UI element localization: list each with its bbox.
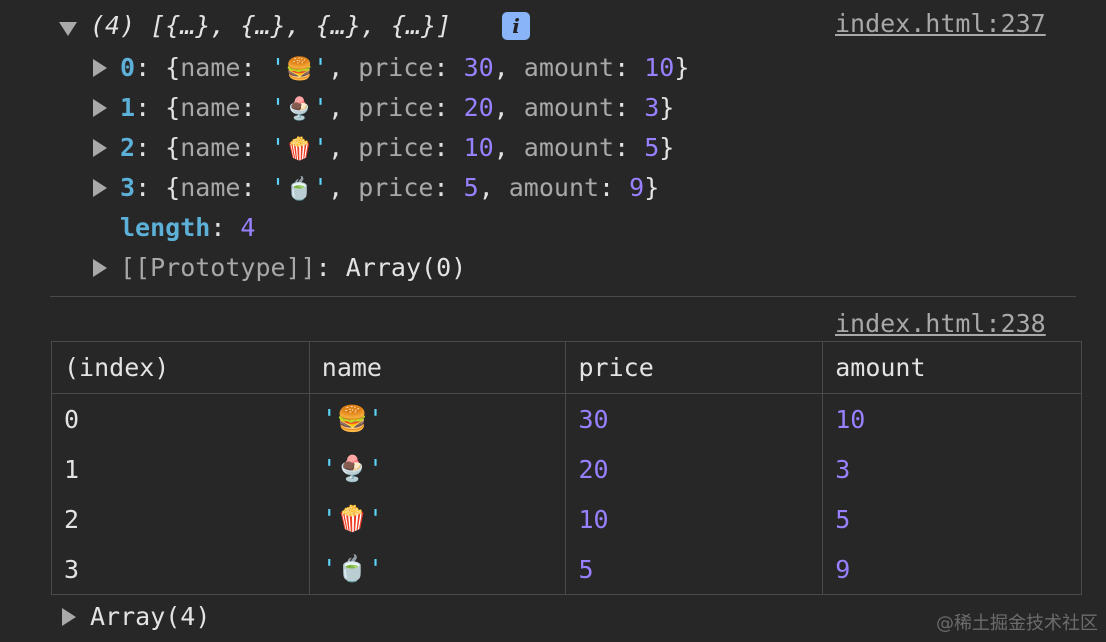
key-label: name (180, 133, 241, 162)
key-label: name (180, 93, 241, 122)
table-row: 0 '🍔' 30 10 (51, 393, 1082, 444)
amount-cell: 3 (822, 444, 1082, 494)
key-label: amount (508, 173, 600, 202)
amount-cell: 9 (822, 544, 1082, 595)
table-row: 3 '🍵' 5 9 (51, 544, 1082, 595)
key-label: price (358, 173, 434, 202)
collapsed-triangle-icon[interactable] (93, 259, 107, 277)
price-cell: 10 (565, 494, 824, 544)
popcorn-icon: 🍿 (285, 137, 314, 162)
item-amount: 9 (629, 173, 645, 202)
log-divider (50, 296, 1076, 297)
item-amount: 5 (644, 133, 660, 162)
item-index: 3 (120, 173, 136, 202)
item-amount: 10 (644, 53, 675, 82)
array-footer: Array(4) (90, 602, 211, 631)
array-count: (4) (90, 11, 136, 40)
collapsed-triangle-icon[interactable] (93, 59, 107, 77)
index-cell: 0 (51, 393, 310, 444)
amount-cell: 10 (822, 393, 1082, 444)
table-row: 1 '🍨' 20 3 (51, 444, 1082, 494)
price-cell: 30 (565, 393, 824, 444)
key-label: price (358, 133, 434, 162)
array-summary[interactable]: (4) [{…}, {…}, {…}, {…}] (90, 6, 451, 46)
collapsed-triangle-icon[interactable] (62, 608, 76, 626)
ice-cream-icon: 🍨 (285, 97, 314, 122)
item-index: 2 (120, 133, 136, 162)
column-header[interactable]: price (565, 341, 824, 394)
ice-cream-icon: '🍨' (308, 444, 567, 494)
item-price: 10 (463, 133, 494, 162)
price-cell: 5 (565, 544, 824, 595)
length-value: 4 (240, 213, 256, 242)
item-price: 20 (463, 93, 494, 122)
prototype-value: Array(0) (345, 253, 467, 282)
key-label: amount (523, 93, 615, 122)
index-cell: 3 (51, 544, 310, 595)
length-key: length (120, 213, 211, 242)
array-preview: [{…}, {…}, {…}, {…}] (150, 11, 452, 40)
item-index: 0 (120, 53, 136, 82)
table-row: 2 '🍿' 10 5 (51, 494, 1082, 544)
length-property: length: 4 (120, 213, 256, 242)
key-label: name (180, 53, 241, 82)
item-price: 30 (463, 53, 494, 82)
item-index: 1 (120, 93, 136, 122)
key-label: name (180, 173, 241, 202)
key-label: amount (523, 53, 615, 82)
index-cell: 2 (51, 494, 310, 544)
column-header[interactable]: name (308, 341, 567, 394)
prototype-key: [[Prototype]] (120, 253, 316, 282)
expand-triangle-icon[interactable] (59, 22, 77, 36)
tea-bowl-icon: '🍵' (308, 544, 567, 595)
collapsed-triangle-icon[interactable] (93, 139, 107, 157)
key-label: price (358, 93, 434, 122)
index-cell: 1 (51, 444, 310, 494)
source-link[interactable]: index.html:238 (835, 304, 1046, 344)
collapsed-triangle-icon[interactable] (93, 99, 107, 117)
amount-cell: 5 (822, 494, 1082, 544)
item-price: 5 (463, 173, 479, 202)
column-header[interactable]: (index) (51, 341, 310, 394)
table-header-row: (index) name price amount (51, 341, 1082, 394)
key-label: amount (523, 133, 615, 162)
info-icon[interactable]: i (502, 12, 530, 40)
burger-icon: '🍔' (308, 393, 567, 444)
popcorn-icon: '🍿' (308, 494, 567, 544)
key-label: price (358, 53, 434, 82)
burger-icon: 🍔 (285, 57, 314, 82)
watermark: @稀土掘金技术社区 (936, 613, 1098, 634)
column-header[interactable]: amount (822, 341, 1082, 394)
collapsed-triangle-icon[interactable] (93, 179, 107, 197)
console-table: (index) name price amount 0 '🍔' 30 10 1 … (51, 341, 1082, 595)
item-amount: 3 (644, 93, 660, 122)
tea-bowl-icon: 🍵 (285, 177, 314, 202)
price-cell: 20 (565, 444, 824, 494)
source-link[interactable]: index.html:237 (835, 4, 1046, 44)
